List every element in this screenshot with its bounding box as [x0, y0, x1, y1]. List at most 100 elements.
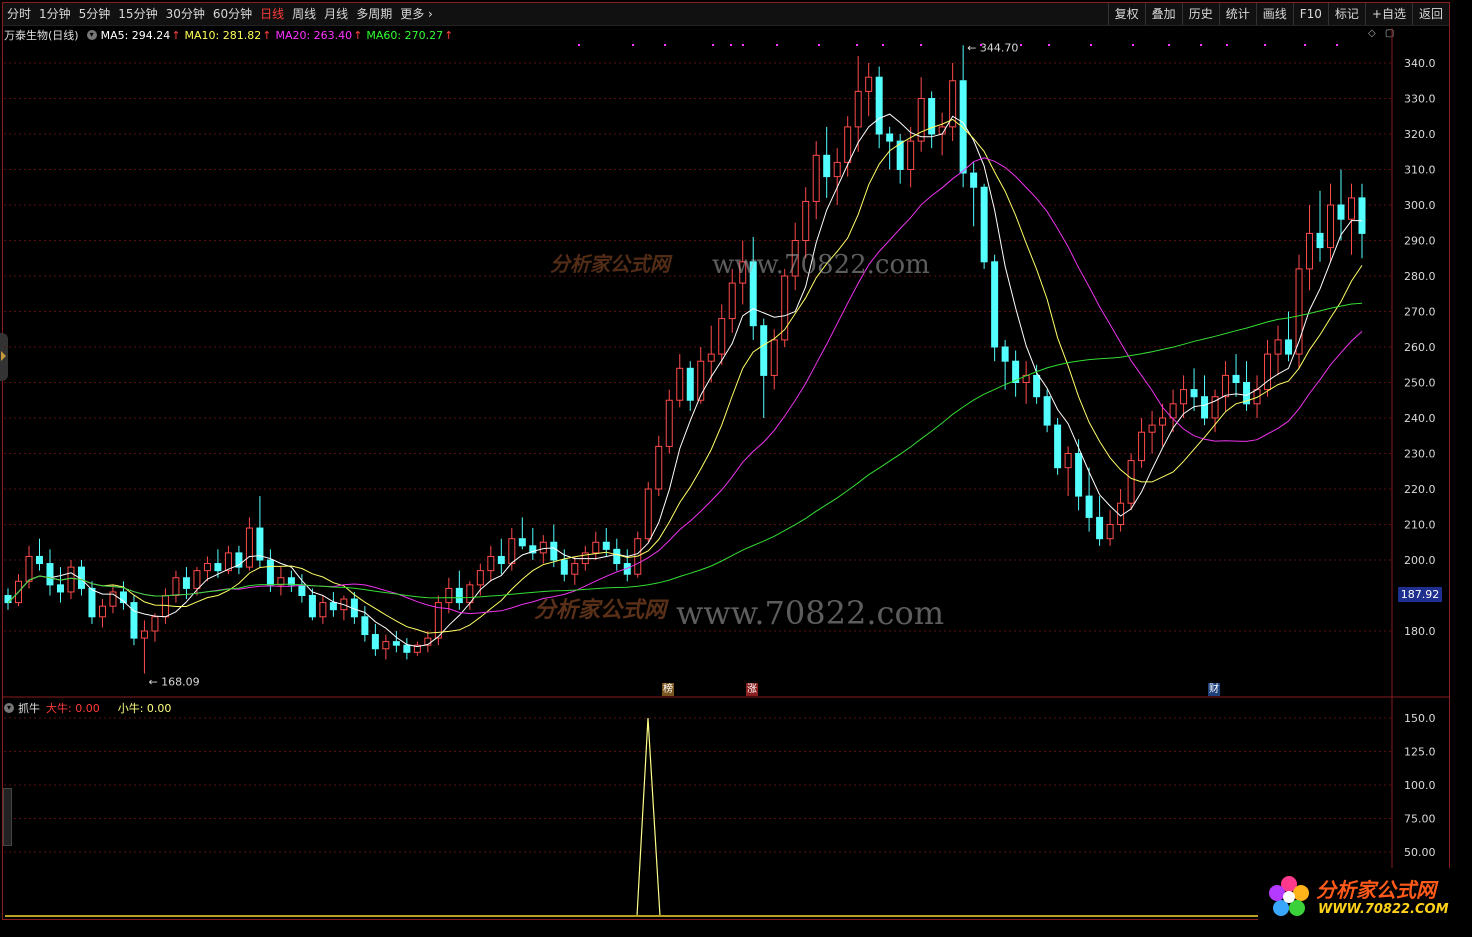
candle-body: [1127, 460, 1135, 504]
price-tick: 260.0: [1404, 341, 1436, 354]
candle-body: [917, 98, 925, 142]
ma-line: [7, 118, 1363, 634]
price-tick: 290.0: [1404, 235, 1436, 248]
candle-body: [329, 602, 337, 611]
candle-body: [445, 587, 453, 604]
candle-body: [907, 140, 915, 171]
indicator-tick: 100.0: [1404, 779, 1436, 792]
indicator-tick: 75.00: [1404, 813, 1436, 826]
price-tick: 230.0: [1404, 448, 1436, 461]
candle-body: [245, 527, 253, 568]
kline-chart[interactable]: 340.0 330.0 320.0 310.0 300.0 290.0 280.0 270.0…: [0, 0, 1472, 937]
chevron-down-icon[interactable]: ▾: [4, 703, 14, 713]
candle-body: [56, 584, 64, 593]
candle-body: [1138, 431, 1146, 462]
indicator-name: 抓牛: [18, 702, 40, 715]
candle-body: [1358, 197, 1366, 234]
ma-line: [7, 113, 1362, 648]
candle-body: [770, 339, 778, 376]
candle-body: [1054, 424, 1062, 469]
watermark-brand-top: 分析家公式网: [550, 252, 670, 276]
candle-body: [203, 563, 211, 572]
candle-body: [1159, 417, 1167, 426]
low-label: ← 168.09: [148, 676, 199, 689]
price-tick: 320.0: [1404, 128, 1436, 141]
candle-body: [1201, 396, 1209, 419]
current-price-badge: 187.92: [1398, 587, 1442, 602]
signal-dot: [1200, 44, 1202, 46]
vertical-scrollbar[interactable]: [3, 788, 12, 846]
marker-bang[interactable]: 榜: [662, 683, 674, 696]
ma-line: [7, 157, 1363, 615]
candle-body: [46, 563, 54, 586]
price-tick: 330.0: [1404, 93, 1436, 106]
signal-dot: [882, 44, 884, 46]
candle-body: [980, 186, 988, 263]
candle-body: [655, 445, 663, 490]
candle-body: [1232, 374, 1240, 383]
signal-dot: [1020, 44, 1022, 46]
watermark-url-top: www.70822.com: [712, 250, 930, 280]
marker-cai[interactable]: 财: [1208, 683, 1220, 696]
candle-body: [1148, 424, 1156, 433]
candle-body: [308, 595, 316, 618]
candle-body: [781, 275, 789, 341]
signal-dot: [632, 44, 634, 46]
candle-body: [560, 559, 568, 575]
candle-body: [287, 577, 295, 586]
signal-dot: [1304, 44, 1306, 46]
candle-body: [1285, 339, 1293, 355]
signal-dot: [742, 44, 744, 46]
candle-body: [172, 577, 180, 596]
candle-body: [1096, 516, 1104, 540]
candle-body: [865, 76, 873, 92]
candle-body: [1064, 453, 1072, 469]
candle-body: [1222, 374, 1230, 398]
candle-body: [403, 644, 411, 653]
candle-body: [1327, 204, 1335, 249]
signal-dot: [818, 44, 820, 46]
price-tick: 270.0: [1404, 306, 1436, 319]
candle-body: [266, 559, 274, 586]
candle-body: [193, 570, 201, 589]
price-tick: 310.0: [1404, 164, 1436, 177]
brand-name: 分析家公式网: [1316, 878, 1436, 902]
marker-zhang[interactable]: 涨: [746, 683, 758, 696]
candle-body: [1180, 389, 1188, 405]
candle-body: [1274, 339, 1282, 355]
candle-body: [812, 154, 820, 202]
ma-line: [7, 302, 1363, 603]
candle-body: [676, 367, 684, 401]
candle-body: [1264, 353, 1272, 391]
signal-dot: [980, 44, 982, 46]
candle-body: [707, 353, 715, 362]
candle-body: [1001, 346, 1009, 362]
candle-body: [497, 555, 505, 565]
candle-body: [130, 602, 138, 639]
candle-body: [886, 133, 894, 142]
candle-body: [1085, 495, 1093, 518]
signal-dot: [1336, 44, 1338, 46]
candle-body: [182, 577, 190, 589]
signal-dot: [1264, 44, 1266, 46]
signal-dot: [856, 44, 858, 46]
price-tick: 300.0: [1404, 199, 1436, 212]
candle-body: [298, 584, 306, 596]
candle-body: [371, 634, 379, 650]
candle-body: [161, 595, 169, 618]
candle-body: [487, 555, 495, 572]
candle-body: [1033, 374, 1041, 398]
candle-body: [1253, 389, 1261, 405]
candle-body: [214, 563, 222, 572]
candle-body: [25, 555, 33, 582]
candle-body: [361, 616, 369, 636]
candle-body: [875, 76, 883, 135]
signal-dot: [1168, 44, 1170, 46]
signal-dot: [1226, 44, 1228, 46]
watermark-brand-mid: 分析家公式网: [534, 598, 667, 623]
signal-dot: [776, 44, 778, 46]
candle-body: [88, 587, 96, 618]
candle-body: [802, 200, 810, 241]
candle-body: [1106, 524, 1114, 540]
candle-body: [1190, 389, 1198, 398]
